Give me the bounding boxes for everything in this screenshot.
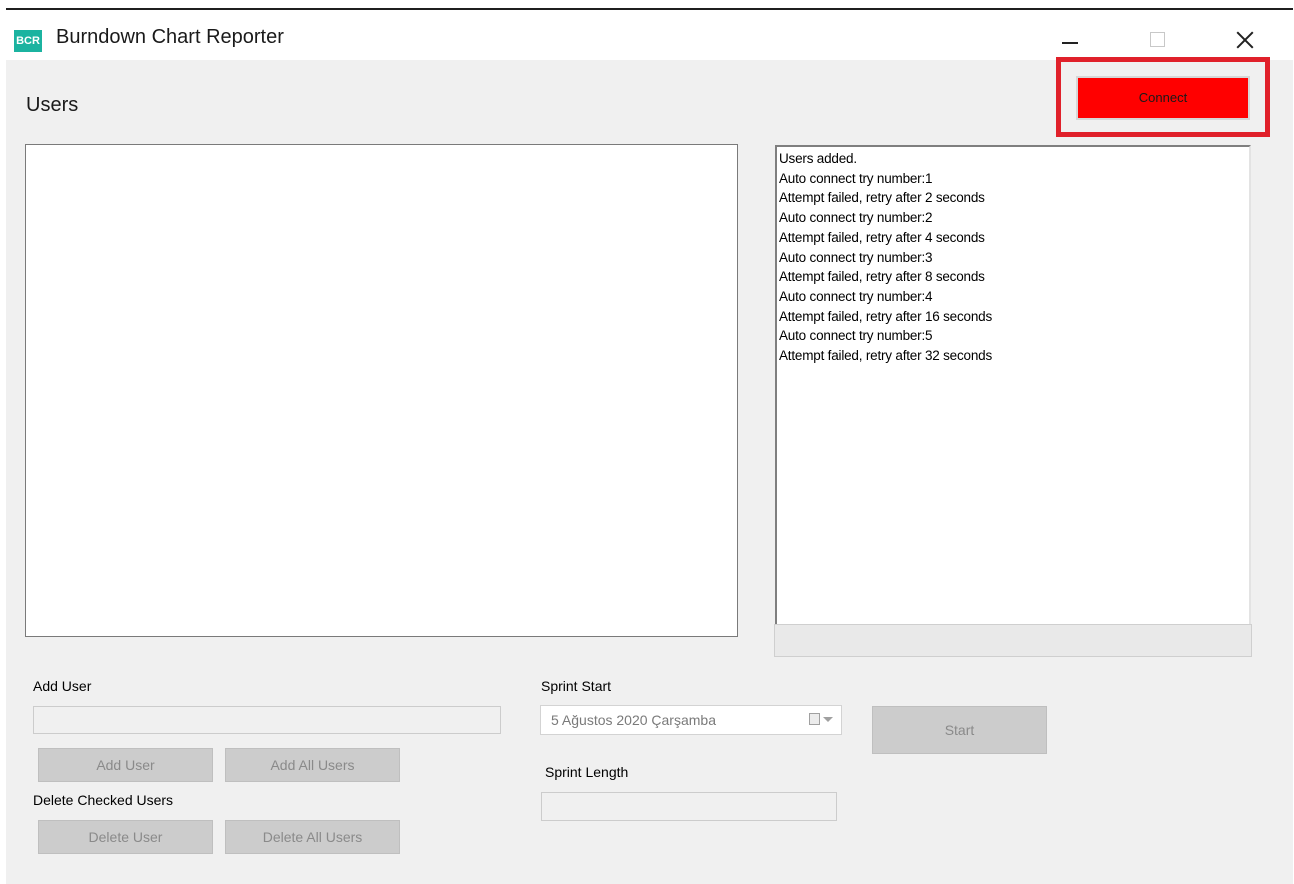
add-user-input[interactable]	[33, 706, 501, 734]
log-line: Attempt failed, retry after 2 seconds	[779, 190, 985, 206]
app-window: BCR Burndown Chart Reporter Users Connec…	[6, 8, 1293, 884]
app-logo-icon: BCR	[14, 30, 42, 52]
window-title: Burndown Chart Reporter	[56, 26, 284, 48]
start-button[interactable]: Start	[872, 706, 1047, 754]
maximize-icon[interactable]	[1136, 22, 1182, 56]
log-line: Auto connect try number:5	[779, 328, 933, 344]
log-line: Attempt failed, retry after 8 seconds	[779, 269, 985, 285]
close-icon[interactable]	[1221, 22, 1267, 56]
users-heading: Users	[26, 94, 79, 116]
delete-checked-users-label: Delete Checked Users	[33, 792, 174, 808]
log-line: Auto connect try number:3	[779, 249, 933, 265]
add-user-button[interactable]: Add User	[38, 748, 213, 782]
log-status-bar	[774, 624, 1252, 657]
sprint-start-value: 5 Ağustos 2020 Çarşamba	[551, 712, 716, 728]
add-all-users-button[interactable]: Add All Users	[225, 748, 400, 782]
sprint-length-label: Sprint Length	[545, 764, 629, 780]
log-line: Auto connect try number:1	[779, 170, 933, 186]
log-line: Attempt failed, retry after 16 seconds	[779, 308, 993, 324]
log-lines: Users added. Auto connect try number:1 Att…	[779, 149, 1247, 366]
add-user-label: Add User	[33, 678, 92, 694]
minimize-icon[interactable]	[1046, 22, 1092, 56]
log-line: Attempt failed, retry after 4 seconds	[779, 229, 985, 245]
sprint-length-input[interactable]	[541, 792, 837, 821]
calendar-dropdown-icon[interactable]	[809, 712, 833, 728]
title-bar: BCR Burndown Chart Reporter	[6, 10, 1293, 60]
log-textbox[interactable]: Users added. Auto connect try number:1 Att…	[775, 145, 1251, 626]
delete-user-button[interactable]: Delete User	[38, 820, 213, 854]
log-line: Users added.	[779, 151, 857, 166]
delete-all-users-button[interactable]: Delete All Users	[225, 820, 400, 854]
log-line: Auto connect try number:2	[779, 210, 933, 226]
log-line: Auto connect try number:4	[779, 288, 933, 304]
log-line: Attempt failed, retry after 32 seconds	[779, 348, 993, 364]
sprint-start-datepicker[interactable]: 5 Ağustos 2020 Çarşamba	[540, 705, 842, 735]
connect-button[interactable]: Connect	[1076, 76, 1250, 120]
sprint-start-label: Sprint Start	[541, 678, 612, 694]
users-list[interactable]	[25, 144, 738, 637]
